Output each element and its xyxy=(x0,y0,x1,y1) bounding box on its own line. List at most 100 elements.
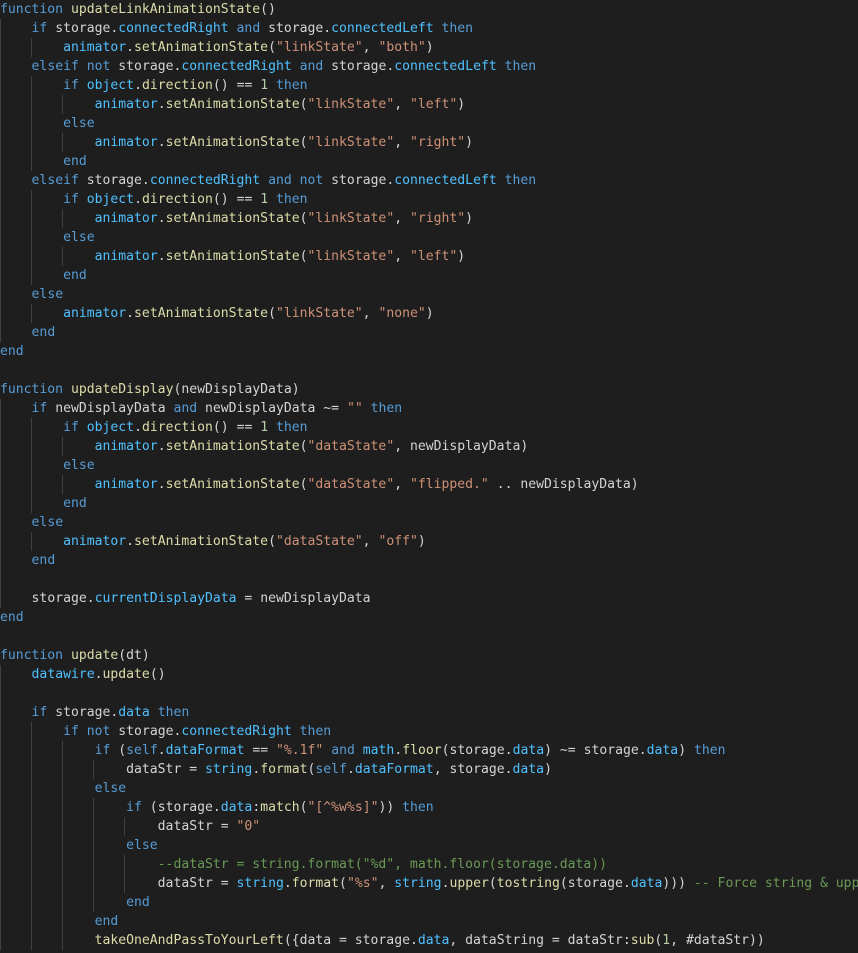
code-line[interactable]: if not storage.connectedRight then xyxy=(0,722,858,741)
code-token: not xyxy=(86,724,111,739)
indent-guide xyxy=(31,418,32,437)
indent-guide xyxy=(0,399,1,418)
code-line[interactable]: else xyxy=(0,285,858,304)
indent-guide xyxy=(0,418,1,437)
code-line[interactable] xyxy=(0,361,858,380)
code-line[interactable]: animator.setAnimationState("linkState", … xyxy=(0,209,858,228)
code-line[interactable]: if (self.dataFormat == "%.1f" and math.f… xyxy=(0,741,858,760)
code-line[interactable]: if object.direction() == 1 then xyxy=(0,190,858,209)
code-token: "" xyxy=(346,401,363,416)
code-token: -- Force string & upper xyxy=(693,876,858,891)
code-line[interactable]: if newDisplayData and newDisplayData ~= … xyxy=(0,399,858,418)
code-token: ( xyxy=(268,534,276,549)
indent-guide xyxy=(0,912,1,931)
code-line[interactable] xyxy=(0,570,858,589)
code-token: setAnimationState xyxy=(134,534,269,549)
code-line[interactable]: animator.setAnimationState("dataState", … xyxy=(0,532,858,551)
code-line[interactable]: elseif storage.connectedRight and not st… xyxy=(0,171,858,190)
code-token: # xyxy=(685,933,694,948)
code-token: else xyxy=(126,838,158,853)
code-token: format xyxy=(260,762,308,777)
code-token: () xyxy=(212,192,237,207)
code-line[interactable]: dataStr = "0" xyxy=(0,817,858,836)
code-token: else xyxy=(94,781,127,796)
code-line[interactable]: if object.direction() == 1 then xyxy=(0,418,858,437)
code-token: == xyxy=(236,420,253,435)
code-line[interactable] xyxy=(0,684,858,703)
code-token: animator xyxy=(94,211,158,226)
code-line[interactable]: animator.setAnimationState("linkState", … xyxy=(0,133,858,152)
code-line[interactable]: datawire.update() xyxy=(0,665,858,684)
code-token: if xyxy=(31,21,48,36)
code-token: ) xyxy=(544,762,552,777)
code-line[interactable]: elseif not storage.connectedRight and st… xyxy=(0,57,858,76)
code-line[interactable]: animator.setAnimationState("linkState", … xyxy=(0,247,858,266)
code-line[interactable]: end xyxy=(0,152,858,171)
code-line[interactable]: if (storage.data:match("[^%w%s]")) then xyxy=(0,798,858,817)
code-line[interactable]: function updateDisplay(newDisplayData) xyxy=(0,380,858,399)
code-token: "[^%w%s]" xyxy=(307,800,379,815)
code-line[interactable]: function updateLinkAnimationState() xyxy=(0,0,858,19)
code-line[interactable]: else xyxy=(0,513,858,532)
indent-guide xyxy=(0,38,1,57)
code-line[interactable]: --dataStr = string.format("%d", math.flo… xyxy=(0,855,858,874)
code-line[interactable]: dataStr = string.format("%s", string.upp… xyxy=(0,874,858,893)
code-token: storage. xyxy=(110,724,182,739)
code-line[interactable]: storage.currentDisplayData = newDisplayD… xyxy=(0,589,858,608)
indent-guide xyxy=(0,475,1,494)
code-token: ))) xyxy=(662,876,694,891)
code-token: () xyxy=(212,420,237,435)
code-line[interactable]: if storage.connectedRight and storage.co… xyxy=(0,19,858,38)
code-token: (storage. xyxy=(141,800,221,815)
code-line[interactable]: if object.direction() == 1 then xyxy=(0,76,858,95)
code-line[interactable]: if storage.data then xyxy=(0,703,858,722)
indent-guide xyxy=(124,855,125,874)
code-line[interactable]: function update(dt) xyxy=(0,646,858,665)
indent-guide xyxy=(0,171,1,190)
code-line[interactable]: end xyxy=(0,608,858,627)
code-line[interactable]: else xyxy=(0,228,858,247)
code-line[interactable]: end xyxy=(0,893,858,912)
indent-guide xyxy=(0,57,1,76)
code-line[interactable]: end xyxy=(0,912,858,931)
code-token: direction xyxy=(141,420,213,435)
indent-guide xyxy=(62,893,63,912)
code-line[interactable]: end xyxy=(0,342,858,361)
code-token: function xyxy=(0,382,64,397)
code-line[interactable]: animator.setAnimationState("linkState", … xyxy=(0,95,858,114)
code-line[interactable]: else xyxy=(0,114,858,133)
code-token: animator xyxy=(94,135,158,150)
code-token: , xyxy=(670,933,686,948)
code-line[interactable]: else xyxy=(0,836,858,855)
code-line[interactable]: animator.setAnimationState("dataState", … xyxy=(0,475,858,494)
code-token: == xyxy=(236,192,253,207)
indent-guide xyxy=(0,703,1,722)
code-line[interactable]: end xyxy=(0,323,858,342)
code-line[interactable]: animator.setAnimationState("linkState", … xyxy=(0,304,858,323)
code-token: . xyxy=(283,876,292,891)
code-line[interactable] xyxy=(0,627,858,646)
code-line[interactable]: dataStr = string.format(self.dataFormat,… xyxy=(0,760,858,779)
code-line[interactable]: else xyxy=(0,779,858,798)
code-line[interactable]: end xyxy=(0,266,858,285)
code-token: . xyxy=(134,192,142,207)
code-editor[interactable]: function updateLinkAnimationState() if s… xyxy=(0,0,858,953)
code-line[interactable]: animator.setAnimationState("dataState", … xyxy=(0,437,858,456)
code-token: end xyxy=(0,344,24,359)
code-line[interactable]: end xyxy=(0,494,858,513)
indent-guide xyxy=(0,570,1,589)
code-token: "linkState" xyxy=(307,135,395,150)
code-line[interactable]: end xyxy=(0,551,858,570)
code-line[interactable]: else xyxy=(0,456,858,475)
code-token: storage. xyxy=(323,173,395,188)
code-line[interactable]: animator.setAnimationState("linkState", … xyxy=(0,38,858,57)
code-line[interactable]: takeOneAndPassToYourLeft({data = storage… xyxy=(0,931,858,950)
